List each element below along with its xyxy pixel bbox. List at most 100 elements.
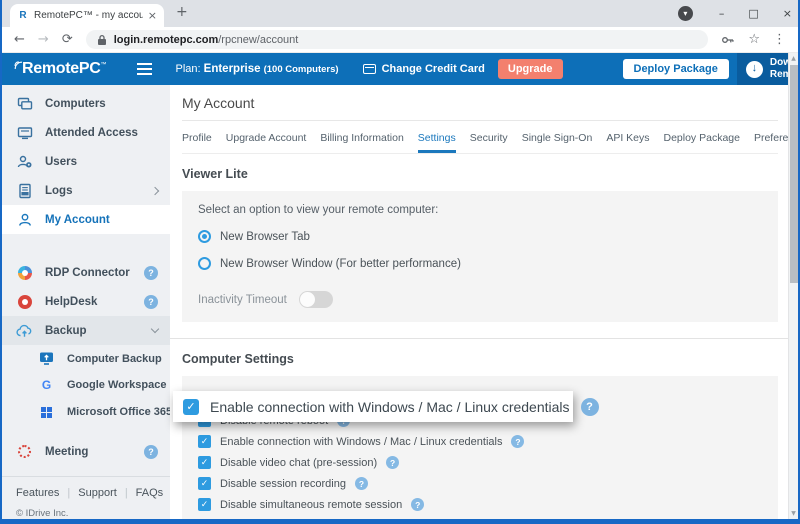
my-account-icon	[16, 212, 33, 228]
checkbox-checked-icon[interactable]: ✓	[198, 498, 211, 511]
deploy-package-button[interactable]: Deploy Package	[623, 59, 729, 79]
url-path: /rpcnew/account	[218, 34, 298, 46]
highlighted-setting-enable-os-credentials[interactable]: ✓ Enable connection with Windows / Mac /…	[173, 391, 573, 422]
forward-icon[interactable]: →	[38, 33, 49, 46]
google-g-icon: G	[42, 379, 51, 391]
sidebar-item-google-workspace[interactable]: G Google Workspace	[2, 372, 170, 399]
inactivity-timeout-row: Inactivity Timeout	[198, 291, 762, 308]
page-scrollbar[interactable]: ▲ ▼	[788, 53, 798, 519]
account-tabs: Profile Upgrade Account Billing Informat…	[182, 121, 778, 154]
chevron-right-icon	[151, 186, 159, 194]
download-icon: ↓	[746, 61, 763, 78]
chevron-down-icon	[151, 325, 159, 333]
sidebar-item-attended-access[interactable]: Attended Access	[2, 119, 170, 148]
minimize-button[interactable]: –	[719, 7, 725, 20]
checkbox-checked-icon[interactable]: ✓	[198, 477, 211, 490]
new-tab-button[interactable]: +	[176, 4, 188, 20]
sidebar-item-rdp-connector[interactable]: RDP Connector ?	[2, 259, 170, 288]
tab-security[interactable]: Security	[470, 121, 508, 153]
attended-access-icon	[16, 125, 33, 141]
browser-update-icon[interactable]: ▾	[678, 6, 693, 21]
browser-tab[interactable]: R RemotePC™ - my account inform ×	[10, 4, 164, 27]
close-button[interactable]: ×	[783, 7, 792, 20]
viewer-lite-heading: Viewer Lite	[182, 167, 778, 181]
setting-disable-simultaneous-session[interactable]: ✓ Disable simultaneous remote session ?	[198, 498, 762, 511]
hamburger-menu-icon[interactable]	[137, 63, 152, 75]
section-divider	[170, 338, 790, 339]
tab-api-keys[interactable]: API Keys	[606, 121, 649, 153]
help-badge-icon[interactable]: ?	[355, 477, 368, 490]
scroll-down-icon[interactable]: ▼	[789, 510, 798, 517]
address-bar[interactable]: login.remotepc.com/rpcnew/account	[86, 30, 709, 49]
users-icon	[16, 154, 33, 170]
faqs-link[interactable]: FAQs	[136, 487, 164, 499]
app-header: RemotePC ™ Plan: Enterprise (100 Compute…	[2, 53, 788, 85]
inactivity-timeout-toggle[interactable]	[299, 291, 333, 308]
sidebar-item-logs[interactable]: Logs	[2, 176, 170, 205]
remotepc-logo[interactable]: RemotePC ™	[14, 60, 107, 78]
sidebar-item-backup[interactable]: Backup	[2, 316, 170, 345]
main-content: My Account Profile Upgrade Account Billi…	[170, 85, 788, 519]
radio-new-browser-window[interactable]: New Browser Window (For better performan…	[198, 257, 762, 270]
setting-disable-session-recording[interactable]: ✓ Disable session recording ?	[198, 477, 762, 490]
sidebar: Computers Attended Access Users Logs	[2, 85, 170, 519]
reload-icon[interactable]: ⟳	[62, 33, 73, 46]
microsoft-icon	[41, 407, 53, 419]
credit-card-icon	[363, 64, 376, 74]
radio-new-browser-tab[interactable]: New Browser Tab	[198, 230, 762, 243]
tab-single-sign-on[interactable]: Single Sign-On	[522, 121, 593, 153]
browser-urlbar: ← → ⟳ login.remotepc.com/rpcnew/account …	[2, 27, 798, 53]
browser-window: R RemotePC™ - my account inform × + ▾ – …	[0, 0, 800, 524]
computers-icon	[16, 96, 33, 112]
help-badge-icon[interactable]: ?	[144, 266, 158, 280]
tab-title: RemotePC™ - my account inform	[34, 10, 143, 21]
tab-close-icon[interactable]: ×	[148, 9, 157, 22]
sidebar-item-microsoft-office-365[interactable]: Microsoft Office 365	[2, 399, 170, 426]
help-badge-icon[interactable]: ?	[144, 295, 158, 309]
sidebar-item-meeting[interactable]: Meeting ?	[2, 437, 170, 466]
sidebar-item-users[interactable]: Users	[2, 148, 170, 177]
sidebar-spacer	[2, 426, 170, 438]
checkbox-checked-icon[interactable]: ✓	[198, 435, 211, 448]
tab-upgrade-account[interactable]: Upgrade Account	[226, 121, 307, 153]
remotepc-favicon-icon: R	[17, 10, 29, 22]
help-badge-icon[interactable]: ?	[411, 498, 424, 511]
upgrade-button[interactable]: Upgrade	[498, 59, 563, 79]
setting-enable-os-credentials[interactable]: ✓ Enable connection with Windows / Mac /…	[198, 435, 762, 448]
tab-settings[interactable]: Settings	[418, 121, 456, 153]
window-frame-bottom	[2, 519, 798, 524]
copyright-text: © IDrive Inc.	[2, 499, 170, 519]
checkbox-checked-icon[interactable]: ✓	[183, 399, 199, 415]
tab-deploy-package[interactable]: Deploy Package	[664, 121, 740, 153]
sidebar-item-helpdesk[interactable]: HelpDesk ?	[2, 288, 170, 317]
scrollbar-thumb[interactable]	[790, 65, 798, 283]
checkbox-checked-icon[interactable]: ✓	[198, 456, 211, 469]
setting-disable-video-chat[interactable]: ✓ Disable video chat (pre-session) ?	[198, 456, 762, 469]
help-badge-icon[interactable]: ?	[144, 445, 158, 459]
back-icon[interactable]: ←	[14, 33, 25, 46]
help-badge-icon[interactable]: ?	[386, 456, 399, 469]
change-credit-card-button[interactable]: Change Credit Card	[363, 63, 485, 75]
sidebar-item-computers[interactable]: Computers	[2, 90, 170, 119]
help-badge-icon[interactable]: ?	[511, 435, 524, 448]
computer-backup-icon	[38, 351, 55, 366]
bookmark-star-icon[interactable]: ☆	[748, 32, 760, 47]
sidebar-item-my-account[interactable]: My Account	[2, 205, 170, 234]
browser-menu-icon[interactable]: ⋮	[773, 32, 786, 47]
sidebar-footer-links: Features| Support| FAQs	[2, 477, 170, 499]
backup-cloud-icon	[16, 323, 33, 339]
key-icon[interactable]	[721, 33, 735, 47]
tab-profile[interactable]: Profile	[182, 121, 212, 153]
logs-icon	[16, 183, 33, 199]
maximize-button[interactable]: □	[748, 7, 758, 20]
support-link[interactable]: Support	[78, 487, 117, 499]
tab-billing-information[interactable]: Billing Information	[320, 121, 403, 153]
browser-titlebar: R RemotePC™ - my account inform × + ▾ – …	[2, 0, 798, 27]
sidebar-item-computer-backup[interactable]: Computer Backup	[2, 345, 170, 372]
features-link[interactable]: Features	[16, 487, 59, 499]
radio-unselected-icon[interactable]	[198, 257, 211, 270]
help-badge-icon[interactable]: ?	[581, 398, 599, 416]
sidebar-spacer	[2, 234, 170, 259]
scroll-up-icon[interactable]: ▲	[789, 55, 798, 62]
radio-selected-icon[interactable]	[198, 230, 211, 243]
